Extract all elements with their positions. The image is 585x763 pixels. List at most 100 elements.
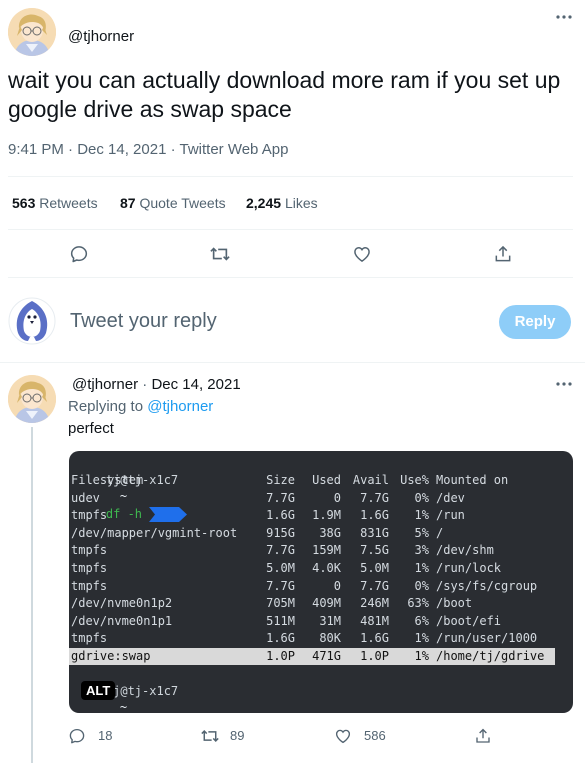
share-icon[interactable] (490, 241, 516, 267)
replying-to: Replying to @tjhorner (68, 398, 213, 415)
df-row: /dev/nvme0n1p1 511M 31M 481M 6% /boot/efi (69, 613, 555, 630)
reply-text: perfect (68, 420, 114, 437)
df-cell: tmpfs (71, 578, 108, 593)
df-cell: 80K (319, 631, 341, 646)
df-row: tmpfs 1.6G 1.9M 1.6G 1% /run (69, 507, 555, 524)
df-cell: tmpfs (71, 561, 108, 575)
tweet-meta[interactable]: 9:41 PM · Dec 14, 2021 · Twitter Web App (8, 141, 288, 158)
df-cell: 0 (333, 490, 341, 505)
alt-badge[interactable]: ALT (81, 681, 116, 700)
prompt-dir-segment: ~ (106, 700, 189, 713)
author-avatar[interactable] (8, 8, 56, 56)
quotes-count: 87 (120, 195, 136, 211)
df-cell: 481M (360, 613, 389, 628)
penguin-avatar-icon (8, 297, 56, 345)
df-cell: 6% (414, 613, 429, 628)
reply-input[interactable]: Tweet your reply (70, 310, 217, 333)
reply-retweets-count: 89 (230, 728, 245, 743)
df-cell: 1.0P (360, 649, 389, 663)
df-cell: 0 (333, 578, 341, 593)
df-cell: 409M (312, 596, 341, 611)
df-cell: 1.6G (266, 508, 295, 523)
df-cell: /home/tj/gdrive (436, 649, 545, 663)
df-cell: /dev/nvme0n1p1 (71, 613, 173, 628)
df-cell: 0% (414, 578, 429, 593)
likes-label: Likes (284, 195, 318, 211)
df-row: /dev/nvme0n1p2 705M 409M 246M 63% /boot (69, 595, 555, 612)
df-cell: /run/lock (436, 561, 502, 575)
author-handle[interactable]: @tjhorner (68, 28, 134, 45)
df-cell: 1% (414, 508, 429, 523)
df-cell: 0% (414, 490, 429, 505)
reply-like-icon[interactable] (332, 725, 354, 747)
df-header-row: Filesystem Size Used Avail Use% Mounted on (69, 472, 555, 489)
quotes-label: Quote Tweets (139, 195, 226, 211)
reply-share-icon[interactable] (472, 725, 494, 747)
reply-replies-count: 18 (98, 728, 113, 743)
df-cell: 1.6G (266, 631, 295, 646)
df-cell: 1% (414, 631, 429, 646)
likes-stat[interactable]: 2,245 Likes (246, 195, 318, 211)
df-cell: 5.0M (266, 561, 295, 575)
reply-date[interactable]: Dec 14, 2021 (151, 376, 240, 393)
df-cell: /dev (436, 490, 465, 505)
divider (8, 176, 573, 177)
df-cell: 1.0P (266, 649, 295, 663)
my-avatar[interactable] (8, 297, 56, 345)
reply-more-options-icon[interactable] (552, 374, 576, 394)
df-cell: tmpfs (71, 543, 108, 558)
reply-author-avatar[interactable] (8, 375, 56, 423)
replying-to-link[interactable]: @tjhorner (147, 398, 213, 415)
divider (8, 277, 573, 278)
more-options-icon[interactable] (552, 6, 576, 28)
df-cell: Used (312, 473, 341, 487)
thread-line (31, 427, 33, 763)
df-cell: 31M (319, 613, 341, 628)
df-cell: Mounted on (436, 473, 509, 487)
df-cell: 915G (266, 525, 295, 540)
df-cell: 246M (360, 596, 389, 611)
df-cell: /boot/efi (436, 613, 502, 628)
df-cell: 7.7G (266, 490, 295, 505)
df-cell: Use% (400, 473, 429, 487)
df-row: tmpfs 5.0M 4.0K 5.0M 1% /run/lock (69, 560, 555, 577)
quote-tweets-stat[interactable]: 87 Quote Tweets (120, 195, 226, 211)
df-cell: 3% (414, 543, 429, 558)
df-cell: tmpfs (71, 508, 108, 523)
df-cell: 38G (319, 525, 341, 540)
df-row: tmpfs 7.7G 159M 7.5G 3% /dev/shm (69, 542, 555, 559)
df-cell: Filesystem (71, 473, 144, 487)
df-row: tmpfs 1.6G 80K 1.6G 1% /run/user/1000 (69, 630, 555, 647)
reply-icon[interactable] (66, 241, 92, 267)
df-cell: gdrive:swap (71, 649, 151, 663)
df-cell: 705M (266, 596, 295, 611)
df-cell: 63% (407, 596, 429, 611)
reply-handle[interactable]: @tjhorner (72, 376, 138, 393)
tweet-text: wait you can actually download more ram … (8, 67, 561, 122)
df-cell: Size (266, 473, 295, 487)
df-cell: /run (436, 508, 465, 523)
df-cell: /run/user/1000 (436, 631, 538, 646)
df-cell: 511M (266, 613, 295, 628)
df-cell: 1.6G (360, 508, 389, 523)
retweets-count: 563 (12, 195, 36, 211)
terminal-screenshot-image[interactable]: tj@tj-x1c7 ~ df -h Filesystem Size Used Ava… (69, 451, 573, 713)
df-row: /dev/mapper/vgmint-root 915G 38G 831G 5% / (69, 525, 555, 542)
df-row: gdrive:swap 1.0P 471G 1.0P 1% /home/tj/gdrive (69, 648, 555, 665)
df-cell: 5.0M (360, 561, 389, 575)
reply-button[interactable]: Reply (499, 305, 571, 339)
reply-separator: · (142, 376, 148, 393)
reply-likes-count: 586 (364, 728, 386, 743)
df-cell: / (436, 525, 444, 540)
reply-header: @tjhorner · Dec 14, 2021 (72, 376, 241, 393)
reply-reply-icon[interactable] (66, 725, 88, 747)
retweets-stat[interactable]: 563 Retweets (12, 195, 98, 211)
reply-retweet-icon[interactable] (198, 725, 222, 747)
retweet-icon[interactable] (207, 241, 233, 267)
df-cell: 159M (312, 543, 341, 558)
like-icon[interactable] (349, 241, 375, 267)
df-cell: /boot (436, 596, 473, 611)
terminal-prompt-top: tj@tj-x1c7 ~ df -h (77, 455, 189, 522)
df-cell: 7.7G (266, 543, 295, 558)
df-cell: /dev/mapper/vgmint-root (71, 525, 238, 540)
